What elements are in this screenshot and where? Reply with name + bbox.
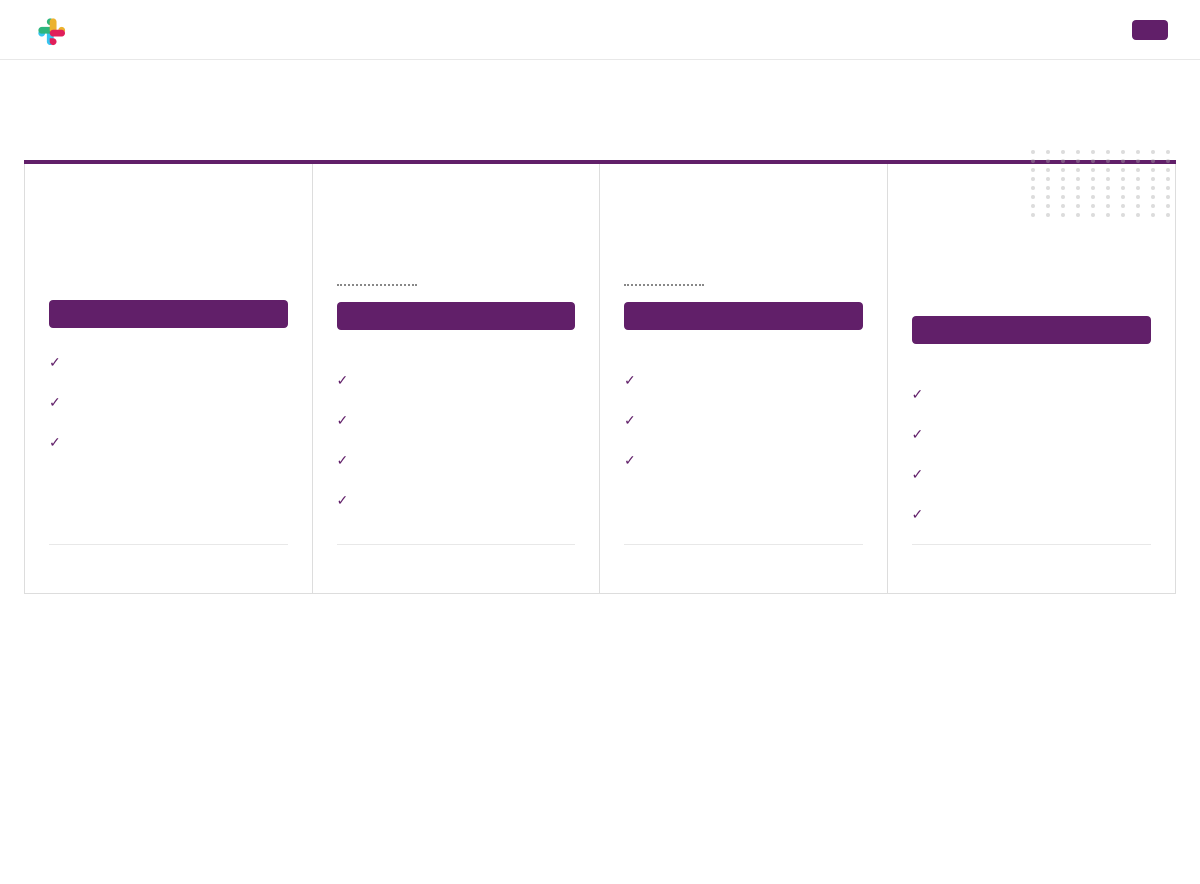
plan-enterprise-cta[interactable] [912,316,1152,344]
hero-section [0,60,1200,160]
plan-plus-features: ✓ ✓ ✓ [624,370,863,544]
plan-free-feature-3: ✓ [49,432,288,454]
check-icon: ✓ [337,451,349,472]
plan-free-learn-more [49,544,288,573]
plan-standard-feature-2: ✓ [337,410,576,432]
plan-free-price [49,264,288,280]
plan-enterprise-feature-1: ✓ [912,384,1152,406]
plan-plus-learn-more [624,544,863,573]
plan-enterprise-feature-2: ✓ [912,424,1152,446]
plan-standard-feature-1: ✓ [337,370,576,392]
plan-enterprise: ✓ ✓ ✓ ✓ [888,164,1176,593]
price-dotted-line [337,284,417,286]
plan-plus-cta[interactable] [624,302,863,330]
slack-logo-icon [32,12,68,48]
plan-free-feature-1: ✓ [49,352,288,374]
check-icon: ✓ [912,505,924,526]
plan-plus-desc [624,200,863,248]
check-icon: ✓ [912,425,924,446]
plan-enterprise-price-spacer [912,264,1152,316]
check-icon: ✓ [337,371,349,392]
plan-standard-cta[interactable] [337,302,576,330]
check-icon: ✓ [337,411,349,432]
plan-enterprise-features: ✓ ✓ ✓ ✓ [912,384,1152,544]
plan-plus-price [624,264,863,280]
plan-plus-unit [626,264,629,280]
plan-free-feature-2: ✓ [49,392,288,414]
plan-enterprise-feature-3: ✓ [912,464,1152,486]
plan-standard-features: ✓ ✓ ✓ ✓ [337,370,576,544]
plan-free: ✓ ✓ ✓ [25,164,313,593]
plan-plus-feature-2: ✓ [624,410,863,432]
plan-standard-feature-4: ✓ [337,490,576,512]
plan-free-features: ✓ ✓ ✓ [49,352,288,544]
check-icon: ✓ [337,491,349,512]
check-icon: ✓ [624,451,636,472]
plan-standard-unit [339,264,342,280]
logo[interactable] [32,12,76,48]
plan-standard-learn-more [337,544,576,573]
plan-enterprise-feature-4: ✓ [912,504,1152,526]
nav-actions [1116,20,1168,40]
plan-standard-desc [337,200,576,248]
plan-free-desc [49,200,288,248]
check-icon: ✓ [624,411,636,432]
check-icon: ✓ [624,371,636,392]
get-started-nav-button[interactable] [1132,20,1168,40]
plan-enterprise-learn-more [912,544,1152,573]
plan-standard-feature-3: ✓ [337,450,576,472]
plan-standard-price [337,264,576,280]
check-icon: ✓ [912,465,924,486]
check-icon: ✓ [49,353,61,374]
plan-plus-feature-1: ✓ [624,370,863,392]
plan-enterprise-desc [912,200,1152,248]
plan-standard: ✓ ✓ ✓ ✓ [313,164,601,593]
pricing-section: const dotsDiv = document.querySelector('… [0,160,1200,634]
plan-plus: ✓ ✓ ✓ [600,164,888,593]
check-icon: ✓ [49,433,61,454]
check-icon: ✓ [912,385,924,406]
check-icon: ✓ [49,393,61,414]
price-dotted-line [624,284,704,286]
plan-free-cta[interactable] [49,300,288,328]
plan-plus-feature-3: ✓ [624,450,863,472]
pricing-grid: ✓ ✓ ✓ [24,164,1176,594]
plan-free-unit [51,264,54,280]
navigation [0,0,1200,60]
